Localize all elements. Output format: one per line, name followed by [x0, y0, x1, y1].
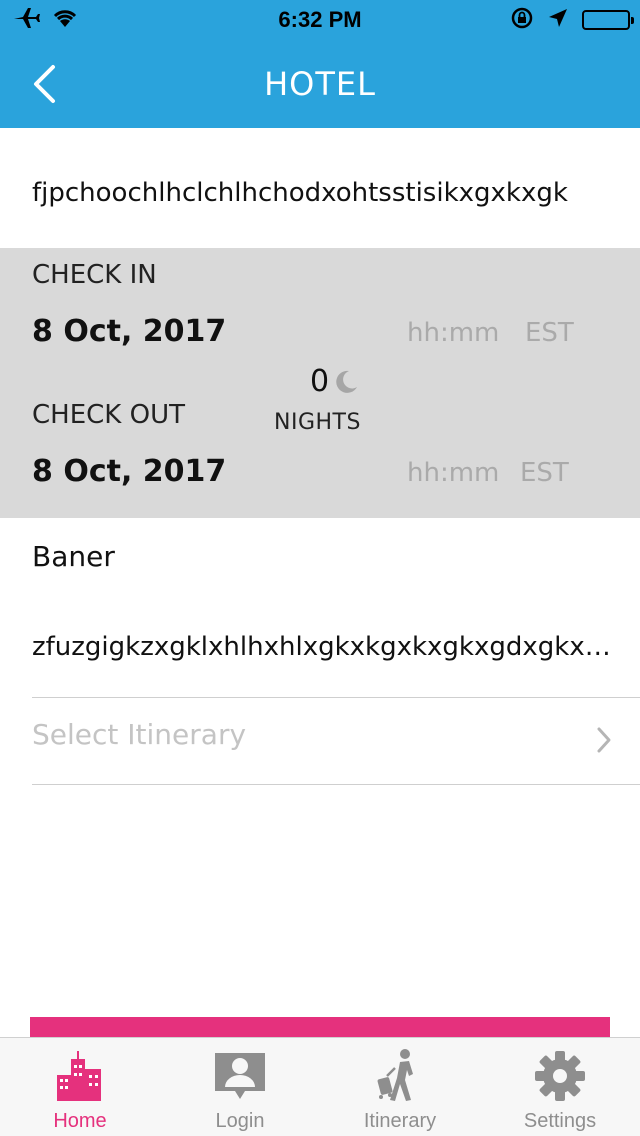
nav-bar: HOTEL [0, 40, 640, 128]
check-in-date[interactable]: 8 Oct, 2017 [32, 314, 226, 349]
select-itinerary-placeholder: Select Itinerary [32, 718, 247, 751]
nights-counter: 0 [310, 364, 359, 399]
check-in-label: CHECK IN [32, 260, 157, 290]
check-in-timezone[interactable]: EST [525, 318, 574, 348]
tab-home[interactable]: Home [0, 1038, 160, 1136]
traveler-luggage-icon [370, 1048, 430, 1104]
check-out-label: CHECK OUT [32, 400, 185, 430]
address-line-1[interactable]: Baner [32, 540, 115, 573]
tab-settings[interactable]: Settings [480, 1038, 640, 1136]
hotel-name[interactable]: fjpchoochlhclchlhchodxohtsstisikxgxkxgk [32, 178, 612, 208]
nights-label: NIGHTS [274, 410, 361, 435]
chevron-right-icon [597, 727, 611, 753]
select-itinerary-row[interactable]: Select Itinerary [0, 698, 640, 784]
status-bar-right [510, 6, 634, 34]
location-arrow-icon [548, 8, 568, 32]
status-bar: 6:32 PM [0, 0, 640, 40]
nights-count: 0 [310, 364, 330, 399]
stay-dates-panel: CHECK IN 8 Oct, 2017 hh:mm EST 0 NIGHTS … [0, 248, 640, 518]
divider [32, 784, 640, 785]
tab-label: Home [53, 1110, 107, 1132]
check-in-time[interactable]: hh:mm [407, 318, 499, 348]
address-line-2[interactable]: zfuzgigkzxgklxhlhxhlxgkxkgxkxgkxgdxgkxgk… [32, 632, 622, 662]
page-title: HOTEL [264, 65, 376, 103]
tab-label: Settings [523, 1110, 597, 1132]
tab-itinerary[interactable]: Itinerary [320, 1038, 480, 1136]
user-badge-icon [210, 1048, 270, 1104]
gear-icon [530, 1048, 590, 1104]
check-out-timezone[interactable]: EST [520, 458, 569, 488]
city-buildings-icon [50, 1048, 110, 1104]
tab-label: Login [215, 1110, 265, 1132]
app-header: 6:32 PM HOTEL [0, 0, 640, 128]
battery-icon [582, 10, 634, 30]
rotation-lock-icon [510, 6, 534, 34]
moon-icon [336, 370, 358, 393]
tab-bar: Home Login Itinerary Settings [0, 1037, 640, 1136]
check-out-time[interactable]: hh:mm [407, 458, 499, 488]
check-out-date[interactable]: 8 Oct, 2017 [32, 454, 226, 489]
tab-login[interactable]: Login [160, 1038, 320, 1136]
tab-label: Itinerary [363, 1110, 437, 1132]
